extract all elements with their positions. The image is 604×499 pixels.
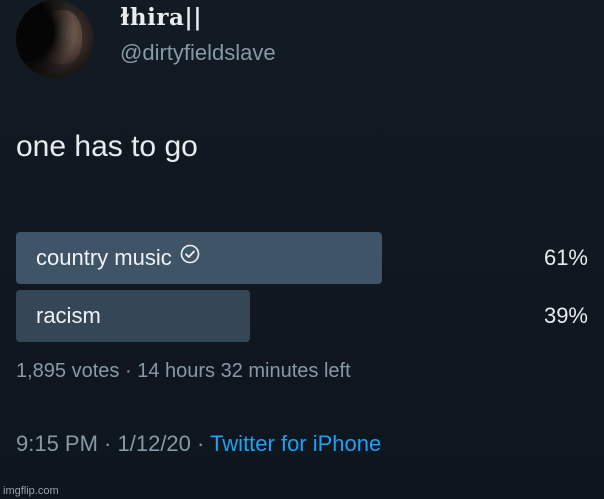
tweet-text: one has to go bbox=[16, 130, 198, 163]
timestamp-separator-1: · bbox=[97, 431, 118, 456]
poll-option-label-2: racism bbox=[36, 290, 101, 342]
poll-time-left: 14 hours 32 minutes left bbox=[137, 360, 351, 382]
avatar[interactable] bbox=[16, 0, 94, 78]
tweet-source-link[interactable]: Twitter for iPhone bbox=[210, 431, 381, 456]
poll-option-2: racism 39% bbox=[16, 290, 592, 342]
poll-meta: 1,895 votes · 14 hours 32 minutes left bbox=[16, 360, 351, 383]
watermark: imgflip.com bbox=[3, 485, 59, 497]
display-name[interactable]: ɫhira|| bbox=[120, 4, 202, 31]
poll-option-text-1: country music bbox=[36, 245, 172, 270]
check-circle-icon bbox=[180, 231, 200, 283]
poll: country music 61% racism 39% bbox=[16, 232, 592, 348]
tweet-timestamp: 9:15 PM · 1/12/20 · Twitter for iPhone bbox=[16, 431, 381, 457]
poll-votes: 1,895 votes bbox=[16, 360, 120, 382]
tweet-card: ɫhira|| @dirtyfieldslave one has to go c… bbox=[0, 0, 604, 499]
poll-option-label-1: country music bbox=[36, 232, 200, 284]
tweet-time[interactable]: 9:15 PM bbox=[16, 431, 98, 456]
poll-meta-separator: · bbox=[119, 360, 138, 382]
avatar-shadow bbox=[16, 0, 94, 78]
timestamp-separator-2: · bbox=[190, 431, 211, 456]
poll-percent-2: 39% bbox=[543, 303, 588, 328]
tweet-date[interactable]: 1/12/20 bbox=[118, 431, 191, 456]
poll-option-1: country music 61% bbox=[16, 232, 592, 284]
poll-percent-1: 61% bbox=[543, 245, 588, 270]
poll-option-text-2: racism bbox=[36, 303, 101, 328]
user-handle[interactable]: @dirtyfieldslave bbox=[120, 40, 276, 66]
